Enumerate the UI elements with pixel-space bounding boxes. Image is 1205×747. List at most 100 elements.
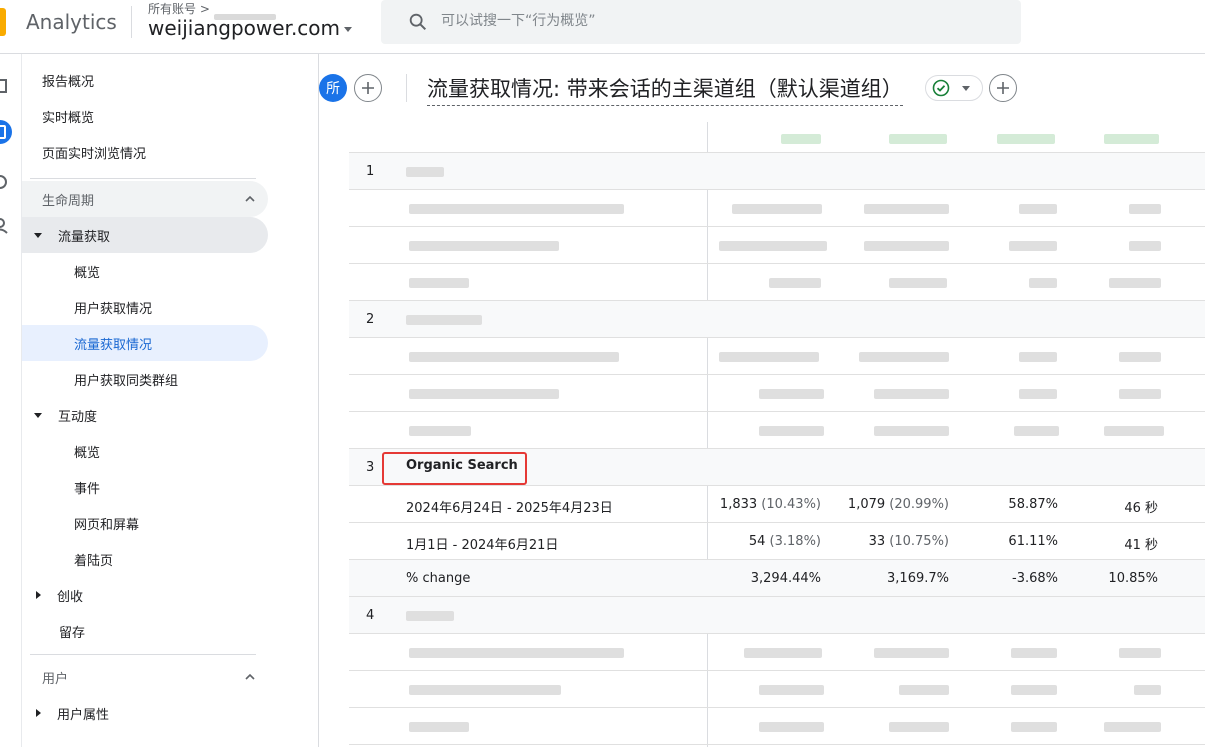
property-selector[interactable]: weijiangpower.com bbox=[148, 16, 353, 40]
left-rail bbox=[0, 54, 22, 747]
sidebar-item-acquisition-overview[interactable]: 概览 bbox=[22, 253, 100, 289]
search-icon bbox=[409, 13, 427, 31]
redacted-value bbox=[1119, 389, 1161, 399]
report-status-dropdown[interactable] bbox=[925, 75, 983, 101]
redacted-value bbox=[1104, 134, 1159, 144]
redacted-value bbox=[889, 278, 947, 288]
avg-engagement-time-value: 46 秒 bbox=[1124, 501, 1158, 516]
sidebar: 报告概况 实时概览 页面实时浏览情况 生命周期 流量获取 概览 用户获取情况 流… bbox=[22, 54, 319, 747]
redacted-value bbox=[864, 241, 949, 251]
top-bar: Analytics 所有账号 > weijiangpower.com bbox=[0, 0, 1205, 54]
redacted-value bbox=[1129, 204, 1161, 214]
table-row: 1月1日 - 2024年6月21日 54 (3.18%) 33 (10.75%)… bbox=[349, 523, 1205, 560]
sessions-change: 3,294.44% bbox=[750, 571, 821, 586]
sidebar-item-traffic-acquisition[interactable]: 流量获取情况 bbox=[22, 325, 268, 361]
redacted-value bbox=[759, 389, 824, 399]
search-input[interactable] bbox=[441, 8, 1001, 34]
sidebar-item-acquisition[interactable]: 流量获取 bbox=[22, 217, 268, 253]
page-title[interactable]: 流量获取情况: 带来会话的主渠道组（默认渠道组） bbox=[427, 73, 903, 106]
search-bar[interactable] bbox=[381, 0, 1021, 44]
redacted-text bbox=[409, 426, 471, 436]
divider bbox=[406, 74, 407, 102]
table-group-row-organic-search[interactable]: 3 Organic Search bbox=[349, 449, 1205, 486]
value: 1,079 bbox=[847, 497, 886, 512]
plus-icon bbox=[362, 82, 374, 94]
table-group-row[interactable]: 4 bbox=[349, 597, 1205, 634]
redacted-channel bbox=[406, 167, 444, 177]
add-comparison-button[interactable] bbox=[354, 74, 382, 102]
date-range-label: 1月1日 - 2024年6月21日 bbox=[406, 538, 559, 553]
sidebar-item-events[interactable]: 事件 bbox=[22, 469, 100, 505]
table-row bbox=[349, 634, 1205, 671]
redacted-value bbox=[874, 648, 949, 658]
value: 1,833 bbox=[719, 497, 758, 512]
account-breadcrumb-label: 所有账号 > bbox=[148, 2, 210, 16]
sidebar-item-monetization[interactable]: 创收 bbox=[22, 577, 83, 613]
redacted-value bbox=[1014, 426, 1059, 436]
reports-icon[interactable] bbox=[0, 120, 12, 144]
redacted-channel bbox=[406, 315, 482, 325]
sidebar-item-label: 用户属性 bbox=[57, 707, 110, 723]
redacted-value bbox=[889, 722, 949, 732]
table-row bbox=[349, 338, 1205, 375]
property-name: weijiangpower.com bbox=[148, 16, 341, 40]
redacted-value bbox=[859, 352, 949, 362]
table-row bbox=[349, 190, 1205, 227]
sidebar-item-user-attributes[interactable]: 用户属性 bbox=[22, 695, 109, 731]
sidebar-item-label: 互动度 bbox=[58, 409, 98, 425]
sidebar-section-lifecycle[interactable]: 生命周期 bbox=[22, 181, 268, 217]
percent: (10.43%) bbox=[761, 497, 821, 512]
avg-engagement-time-value: 41 秒 bbox=[1124, 538, 1158, 553]
sidebar-item-reports-snapshot[interactable]: 报告概况 bbox=[22, 62, 94, 98]
sidebar-item-landing-page[interactable]: 着陆页 bbox=[22, 541, 113, 577]
redacted-text bbox=[409, 204, 624, 214]
sidebar-item-engagement-overview[interactable]: 概览 bbox=[22, 433, 100, 469]
sidebar-item-realtime[interactable]: 实时概览 bbox=[22, 98, 94, 134]
engaged-sessions-value: 1,079 (20.99%) bbox=[848, 497, 949, 512]
table-group-row[interactable]: 2 bbox=[349, 301, 1205, 338]
redacted-text bbox=[409, 241, 559, 251]
redacted-value bbox=[874, 389, 949, 399]
home-icon[interactable] bbox=[0, 76, 10, 96]
table-row bbox=[349, 671, 1205, 708]
redacted-value bbox=[864, 204, 949, 214]
sessions-value: 54 (3.18%) bbox=[749, 534, 821, 549]
table-group-row[interactable]: 1 bbox=[349, 153, 1205, 190]
redacted-value bbox=[1011, 685, 1057, 695]
sidebar-item-label: 流量获取 bbox=[58, 229, 111, 245]
plus-icon bbox=[997, 82, 1009, 94]
chevron-down-icon bbox=[962, 85, 970, 91]
divider bbox=[30, 654, 256, 655]
redacted-value bbox=[759, 722, 824, 732]
account-breadcrumb[interactable]: 所有账号 > bbox=[148, 0, 276, 20]
divider bbox=[131, 6, 132, 38]
sidebar-section-user[interactable]: 用户 bbox=[22, 659, 268, 695]
sidebar-item-engagement[interactable]: 互动度 bbox=[22, 397, 97, 433]
sidebar-item-retention[interactable]: 留存 bbox=[22, 613, 85, 649]
row-index: 1 bbox=[366, 164, 375, 179]
redacted-value bbox=[874, 426, 949, 436]
explore-icon[interactable] bbox=[0, 172, 10, 192]
redacted-value bbox=[889, 134, 947, 144]
table-row-change: % change 3,294.44% 3,169.7% -3.68% 10.85… bbox=[349, 560, 1205, 597]
sidebar-item-pages-screens[interactable]: 网页和屏幕 bbox=[22, 505, 139, 541]
redacted-text bbox=[409, 685, 561, 695]
redacted-text bbox=[409, 648, 624, 658]
sessions-value: 1,833 (10.43%) bbox=[720, 497, 821, 512]
row-index: 4 bbox=[366, 608, 375, 623]
date-range-label: 2024年6月24日 - 2025年4月23日 bbox=[406, 501, 613, 516]
sidebar-item-user-cohort[interactable]: 用户获取同类群组 bbox=[22, 361, 178, 397]
advertising-icon[interactable] bbox=[0, 216, 10, 236]
analytics-logo[interactable] bbox=[0, 8, 6, 36]
add-card-button[interactable] bbox=[989, 74, 1017, 102]
comparison-chip[interactable]: 所 bbox=[319, 74, 347, 102]
redacted-value bbox=[744, 648, 822, 658]
sidebar-item-user-acquisition[interactable]: 用户获取情况 bbox=[22, 289, 152, 325]
redacted-value bbox=[1011, 648, 1057, 658]
table-row bbox=[349, 264, 1205, 301]
sidebar-item-realtime-pages[interactable]: 页面实时浏览情况 bbox=[22, 134, 146, 170]
redacted-value bbox=[1109, 278, 1161, 288]
redacted-value bbox=[719, 352, 819, 362]
redacted-value bbox=[781, 134, 821, 144]
caret-right-icon bbox=[36, 709, 41, 717]
